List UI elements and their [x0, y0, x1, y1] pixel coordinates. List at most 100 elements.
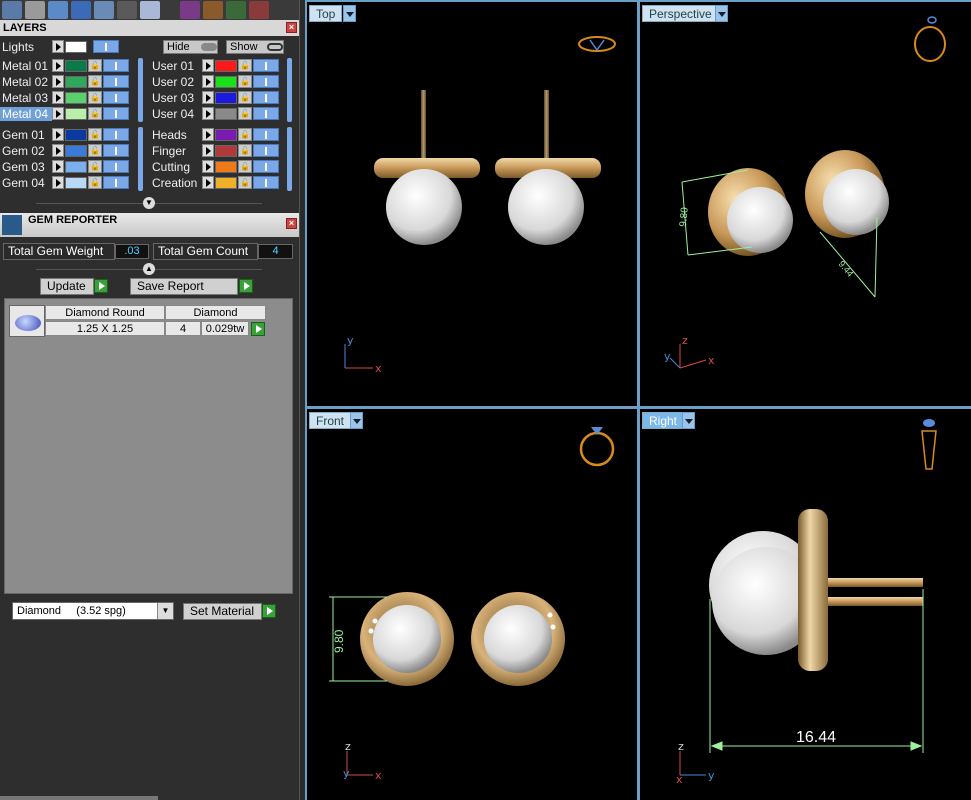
- layer-name[interactable]: Creation: [150, 176, 202, 190]
- layer-name[interactable]: Gem 03: [0, 160, 52, 174]
- layer-name[interactable]: Metal 03: [0, 91, 52, 105]
- layer-visibility-toggle[interactable]: [103, 160, 129, 173]
- close-icon[interactable]: ×: [286, 22, 297, 33]
- layer-visibility-toggle[interactable]: [103, 144, 129, 157]
- layer-color-swatch[interactable]: [215, 144, 237, 157]
- lock-icon[interactable]: 🔓: [238, 59, 252, 72]
- lock-icon[interactable]: 🔓: [238, 75, 252, 88]
- layer-name[interactable]: Heads: [150, 128, 202, 142]
- layer-visibility-toggle[interactable]: [253, 91, 279, 104]
- select-icon[interactable]: [117, 1, 137, 19]
- lock-icon[interactable]: 🔓: [238, 160, 252, 173]
- gem-row-go-icon[interactable]: [251, 322, 265, 336]
- layer-visibility-toggle[interactable]: [103, 107, 129, 120]
- lock-icon[interactable]: 🔓: [238, 107, 252, 120]
- lock-icon[interactable]: 🔓: [238, 144, 252, 157]
- layer-color-swatch[interactable]: [65, 176, 87, 189]
- layer-arrow-button[interactable]: [52, 128, 64, 141]
- layer-visibility-toggle[interactable]: [103, 91, 129, 104]
- layer-visibility-toggle[interactable]: [103, 59, 129, 72]
- layer-visibility-toggle[interactable]: [103, 176, 129, 189]
- layer-arrow-button[interactable]: [202, 160, 214, 173]
- layer-color-swatch[interactable]: [215, 107, 237, 120]
- layer-visibility-toggle[interactable]: [253, 59, 279, 72]
- layer-arrow-button[interactable]: [202, 59, 214, 72]
- lock-icon[interactable]: 🔓: [238, 176, 252, 189]
- render-tool-icon[interactable]: [249, 1, 269, 19]
- layer-name[interactable]: User 04: [150, 107, 202, 121]
- layer-arrow-button[interactable]: [202, 107, 214, 120]
- material-select[interactable]: Diamond (3.52 spg) ▼: [12, 602, 174, 620]
- grid-icon[interactable]: [2, 1, 22, 19]
- set-material-go-icon[interactable]: [262, 604, 276, 618]
- top-viewport[interactable]: Top y x: [307, 2, 637, 406]
- save-report-button[interactable]: Save Report: [130, 278, 238, 295]
- collapse-layers-icon[interactable]: ▼: [143, 197, 155, 209]
- set-material-button[interactable]: Set Material: [183, 603, 262, 620]
- layer-name[interactable]: Metal 04: [0, 106, 52, 121]
- document-icon[interactable]: [140, 1, 160, 19]
- layer-arrow-button[interactable]: [202, 144, 214, 157]
- layer-color-swatch[interactable]: [65, 91, 87, 104]
- layer-name[interactable]: Finger: [150, 144, 202, 158]
- layer-visibility-toggle[interactable]: [253, 75, 279, 88]
- layer-name[interactable]: User 02: [150, 75, 202, 89]
- layer-name[interactable]: Cutting: [150, 160, 202, 174]
- layer-arrow-button[interactable]: [202, 75, 214, 88]
- layer-name[interactable]: User 03: [150, 91, 202, 105]
- layer-visibility-toggle[interactable]: [253, 144, 279, 157]
- layer-arrow-button[interactable]: [202, 91, 214, 104]
- layer-color-swatch[interactable]: [65, 75, 87, 88]
- layer-name[interactable]: Gem 04: [0, 176, 52, 190]
- lock-icon[interactable]: 🔓: [88, 176, 102, 189]
- close-icon[interactable]: ×: [286, 218, 297, 229]
- layer-color-swatch[interactable]: [65, 144, 87, 157]
- layer-color-swatch[interactable]: [65, 128, 87, 141]
- layer-name[interactable]: Gem 02: [0, 144, 52, 158]
- layer-arrow-button[interactable]: [52, 91, 64, 104]
- hide-all-button[interactable]: Hide: [163, 40, 218, 54]
- layer-color-swatch[interactable]: [65, 107, 87, 120]
- layer-visibility-toggle[interactable]: [253, 107, 279, 120]
- perspective-viewport[interactable]: Perspective 9.80 9.44 z x y: [640, 2, 971, 406]
- layer-name[interactable]: User 01: [150, 59, 202, 73]
- lock-icon[interactable]: 🔓: [238, 91, 252, 104]
- layer-name[interactable]: Metal 02: [0, 75, 52, 89]
- layer-color-swatch[interactable]: [215, 59, 237, 72]
- layer-arrow-button[interactable]: [52, 75, 64, 88]
- layer-visibility-toggle[interactable]: [103, 128, 129, 141]
- cylinder-icon[interactable]: [25, 1, 45, 19]
- layer-arrow-button[interactable]: [52, 107, 64, 120]
- show-all-button[interactable]: Show: [226, 40, 284, 54]
- lock-icon[interactable]: 🔓: [88, 91, 102, 104]
- layer-color-swatch[interactable]: [65, 59, 87, 72]
- layer-color-swatch[interactable]: [215, 75, 237, 88]
- layer-visibility-toggle[interactable]: [103, 75, 129, 88]
- layer-arrow-button[interactable]: [52, 176, 64, 189]
- ring-tool-icon[interactable]: [180, 1, 200, 19]
- lock-icon[interactable]: 🔓: [88, 160, 102, 173]
- layer-arrow-button[interactable]: [202, 128, 214, 141]
- right-viewport[interactable]: Right 16.44 z y x: [640, 409, 971, 800]
- collapse-reporter-icon[interactable]: ▲: [143, 263, 155, 275]
- layer-color-swatch[interactable]: [215, 176, 237, 189]
- lights-arrow-button[interactable]: [52, 40, 64, 53]
- layer-name[interactable]: Metal 01: [0, 59, 52, 73]
- layer-arrow-button[interactable]: [52, 59, 64, 72]
- layer-visibility-toggle[interactable]: [253, 128, 279, 141]
- layer-color-swatch[interactable]: [215, 160, 237, 173]
- lights-color-swatch[interactable]: [65, 40, 87, 53]
- door-icon[interactable]: [71, 1, 91, 19]
- save-report-go-icon[interactable]: [239, 279, 253, 293]
- layer-arrow-button[interactable]: [52, 160, 64, 173]
- layer-color-swatch[interactable]: [215, 91, 237, 104]
- lock-icon[interactable]: 🔓: [88, 75, 102, 88]
- lock-icon[interactable]: 🔓: [88, 59, 102, 72]
- update-go-icon[interactable]: [94, 279, 108, 293]
- lock-icon[interactable]: 🔓: [88, 144, 102, 157]
- layer-color-swatch[interactable]: [65, 160, 87, 173]
- front-viewport[interactable]: Front 9.80 z x y: [307, 409, 637, 800]
- layer-arrow-button[interactable]: [52, 144, 64, 157]
- lock-icon[interactable]: 🔓: [238, 128, 252, 141]
- layer-arrow-button[interactable]: [202, 176, 214, 189]
